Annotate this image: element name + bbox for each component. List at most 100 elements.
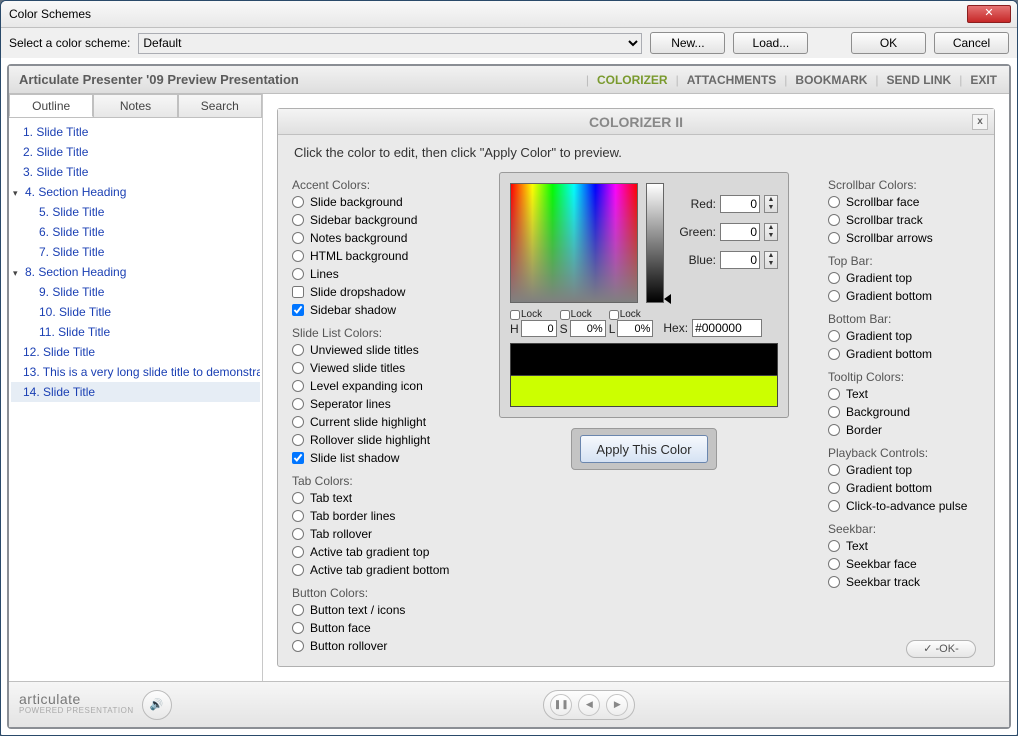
target-checkbox[interactable] (292, 452, 304, 464)
target-radio[interactable] (292, 196, 304, 208)
tab-outline[interactable]: Outline (9, 94, 93, 117)
outline-item[interactable]: 5. Slide Title (11, 202, 260, 222)
pause-button[interactable]: ❚❚ (550, 694, 572, 716)
target-radio[interactable] (292, 510, 304, 522)
target-radio[interactable] (292, 546, 304, 558)
color-target-row[interactable]: Sidebar shadow (292, 302, 460, 318)
red-spin[interactable]: ▲▼ (764, 195, 778, 213)
color-target-row[interactable]: Level expanding icon (292, 378, 460, 394)
outline-item[interactable]: 8. Section Heading (11, 262, 260, 282)
s-lock[interactable] (560, 310, 570, 320)
target-radio[interactable] (828, 424, 840, 436)
link-sendlink[interactable]: SEND LINK (885, 73, 954, 87)
outline-item[interactable]: 3. Slide Title (11, 162, 260, 182)
spectrum-canvas[interactable] (510, 183, 638, 303)
apply-color-button[interactable]: Apply This Color (580, 435, 708, 463)
target-radio[interactable] (828, 464, 840, 476)
target-radio[interactable] (292, 344, 304, 356)
scheme-select[interactable]: Default (138, 33, 642, 54)
tab-search[interactable]: Search (178, 94, 262, 117)
red-input[interactable] (720, 195, 760, 213)
link-exit[interactable]: EXIT (968, 73, 999, 87)
green-spin[interactable]: ▲▼ (764, 223, 778, 241)
ok-button[interactable]: OK (851, 32, 926, 54)
outline-item[interactable]: 12. Slide Title (11, 342, 260, 362)
color-target-row[interactable]: Active tab gradient top (292, 544, 460, 560)
color-target-row[interactable]: Tab border lines (292, 508, 460, 524)
hex-input[interactable] (692, 319, 762, 337)
color-target-row[interactable]: Gradient top (828, 270, 980, 286)
target-radio[interactable] (292, 250, 304, 262)
color-target-row[interactable]: Button rollover (292, 638, 460, 654)
color-target-row[interactable]: HTML background (292, 248, 460, 264)
color-target-row[interactable]: Scrollbar arrows (828, 230, 980, 246)
outline-list[interactable]: 1. Slide Title2. Slide Title3. Slide Tit… (9, 118, 262, 681)
luminance-slider[interactable] (646, 183, 664, 303)
color-target-row[interactable]: Text (828, 538, 980, 554)
close-button[interactable]: ✕ (967, 5, 1011, 23)
next-button[interactable]: ▶ (606, 694, 628, 716)
prev-button[interactable]: ◀ (578, 694, 600, 716)
target-radio[interactable] (828, 558, 840, 570)
target-radio[interactable] (828, 388, 840, 400)
tab-notes[interactable]: Notes (93, 94, 177, 117)
color-target-row[interactable]: Viewed slide titles (292, 360, 460, 376)
target-radio[interactable] (292, 416, 304, 428)
color-target-row[interactable]: Gradient top (828, 328, 980, 344)
target-radio[interactable] (828, 348, 840, 360)
color-target-row[interactable]: Seekbar track (828, 574, 980, 590)
color-target-row[interactable]: Sidebar background (292, 212, 460, 228)
outline-item[interactable]: 4. Section Heading (11, 182, 260, 202)
color-target-row[interactable]: Gradient top (828, 462, 980, 478)
color-target-row[interactable]: Tab rollover (292, 526, 460, 542)
target-radio[interactable] (828, 330, 840, 342)
target-radio[interactable] (828, 540, 840, 552)
target-radio[interactable] (292, 528, 304, 540)
target-radio[interactable] (292, 622, 304, 634)
s-input[interactable] (570, 320, 606, 337)
target-radio[interactable] (292, 232, 304, 244)
target-radio[interactable] (292, 380, 304, 392)
target-radio[interactable] (828, 272, 840, 284)
l-lock[interactable] (609, 310, 619, 320)
color-target-row[interactable]: Slide background (292, 194, 460, 210)
target-radio[interactable] (828, 214, 840, 226)
color-target-row[interactable]: Tab text (292, 490, 460, 506)
target-radio[interactable] (292, 492, 304, 504)
outline-item[interactable]: 13. This is a very long slide title to d… (11, 362, 260, 382)
outline-item[interactable]: 7. Slide Title (11, 242, 260, 262)
color-target-row[interactable]: Seperator lines (292, 396, 460, 412)
load-button[interactable]: Load... (733, 32, 808, 54)
color-target-row[interactable]: Active tab gradient bottom (292, 562, 460, 578)
target-radio[interactable] (292, 398, 304, 410)
target-checkbox[interactable] (292, 286, 304, 298)
cancel-button[interactable]: Cancel (934, 32, 1009, 54)
color-target-row[interactable]: Button face (292, 620, 460, 636)
color-target-row[interactable]: Button text / icons (292, 602, 460, 618)
volume-button[interactable]: 🔊 (142, 690, 172, 720)
outline-item[interactable]: 2. Slide Title (11, 142, 260, 162)
color-target-row[interactable]: Gradient bottom (828, 346, 980, 362)
outline-item[interactable]: 9. Slide Title (11, 282, 260, 302)
color-target-row[interactable]: Slide dropshadow (292, 284, 460, 300)
target-radio[interactable] (292, 564, 304, 576)
color-target-row[interactable]: Scrollbar track (828, 212, 980, 228)
color-target-row[interactable]: Click-to-advance pulse (828, 498, 980, 514)
color-target-row[interactable]: Text (828, 386, 980, 402)
target-radio[interactable] (292, 640, 304, 652)
color-target-row[interactable]: Slide list shadow (292, 450, 460, 466)
colorizer-ok-button[interactable]: ✓ -OK- (906, 640, 976, 658)
outline-item[interactable]: 14. Slide Title (11, 382, 260, 402)
l-input[interactable] (617, 320, 653, 337)
target-radio[interactable] (292, 214, 304, 226)
colorizer-close-button[interactable]: x (972, 114, 988, 130)
link-colorizer[interactable]: COLORIZER (595, 73, 670, 87)
color-target-row[interactable]: Unviewed slide titles (292, 342, 460, 358)
color-target-row[interactable]: Rollover slide highlight (292, 432, 460, 448)
color-target-row[interactable]: Scrollbar face (828, 194, 980, 210)
blue-input[interactable] (720, 251, 760, 269)
color-target-row[interactable]: Seekbar face (828, 556, 980, 572)
color-target-row[interactable]: Lines (292, 266, 460, 282)
target-radio[interactable] (828, 196, 840, 208)
target-checkbox[interactable] (292, 304, 304, 316)
